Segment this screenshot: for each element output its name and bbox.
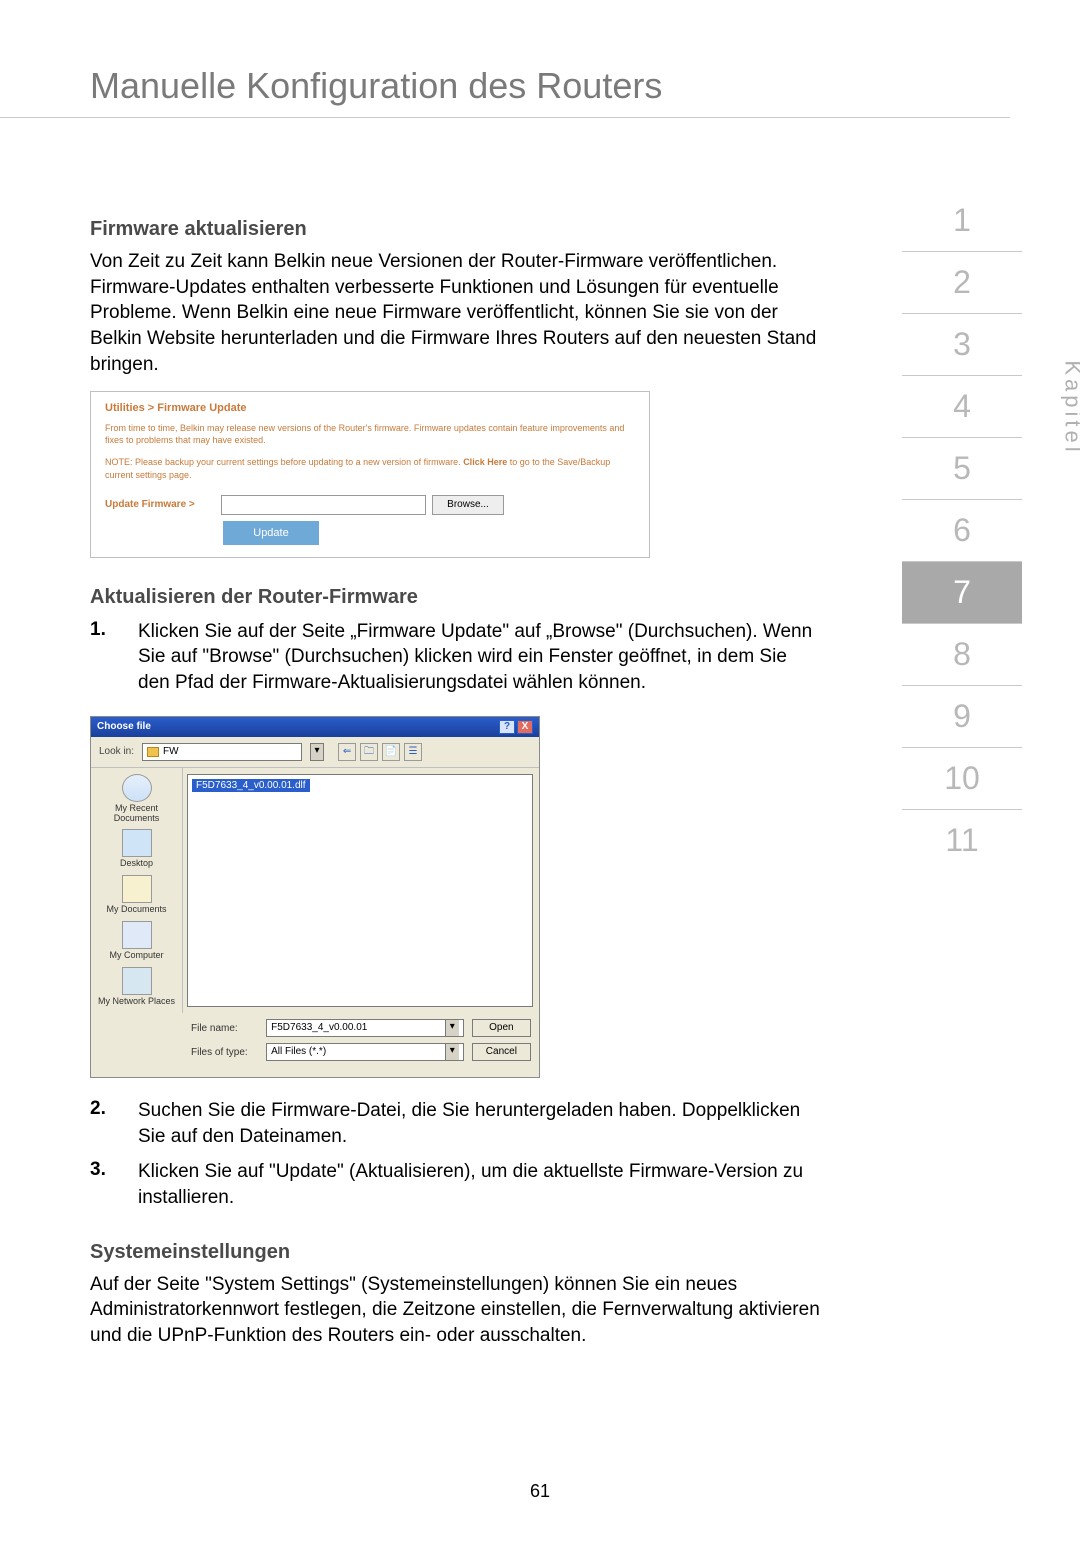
- lookin-label: Look in:: [99, 746, 134, 757]
- sidebar-item-computer[interactable]: My Computer: [95, 921, 178, 961]
- sidebar-item-docs[interactable]: My Documents: [95, 875, 178, 915]
- chapter-link-9[interactable]: 9: [902, 686, 1022, 748]
- step-text: Klicken Sie auf der Seite „Firmware Upda…: [138, 619, 820, 696]
- page-title: Manuelle Konfiguration des Routers: [0, 0, 1010, 118]
- chapter-link-4[interactable]: 4: [902, 376, 1022, 438]
- step-text: Suchen Sie die Firmware-Datei, die Sie h…: [138, 1098, 820, 1149]
- sidebar-item-desktop[interactable]: Desktop: [95, 829, 178, 869]
- filename-input[interactable]: F5D7633_4_v0.00.01▾: [266, 1019, 464, 1037]
- desktop-icon: [122, 829, 152, 857]
- update-button[interactable]: Update: [223, 521, 319, 545]
- nav-up-icon[interactable]: 🗀: [360, 743, 378, 761]
- chapter-link-1[interactable]: 1: [902, 190, 1022, 252]
- update-firmware-label: Update Firmware >: [105, 499, 215, 510]
- nav-newfolder-icon[interactable]: 📄: [382, 743, 400, 761]
- choose-file-dialog: Choose file ? X Look in: FW ▾ ⇐ 🗀 📄 ☰ My…: [90, 716, 540, 1078]
- chapter-link-2[interactable]: 2: [902, 252, 1022, 314]
- step-number: 1.: [90, 619, 138, 696]
- browse-button[interactable]: Browse...: [432, 495, 504, 515]
- step-text: Klicken Sie auf "Update" (Aktualisieren)…: [138, 1159, 820, 1210]
- folder-icon: [147, 747, 159, 757]
- chapter-link-5[interactable]: 5: [902, 438, 1022, 500]
- chapter-link-8[interactable]: 8: [902, 624, 1022, 686]
- step-number: 3.: [90, 1159, 138, 1210]
- filetype-dropdown[interactable]: All Files (*.*)▾: [266, 1043, 464, 1061]
- firmware-update-panel: Utilities > Firmware Update From time to…: [90, 391, 650, 558]
- sidebar-item-recent[interactable]: My Recent Documents: [95, 774, 178, 824]
- computer-icon: [122, 921, 152, 949]
- cancel-button[interactable]: Cancel: [472, 1043, 531, 1061]
- filetype-label: Files of type:: [191, 1047, 258, 1058]
- firmware-path-input[interactable]: [221, 495, 426, 515]
- chevron-down-icon[interactable]: ▾: [310, 743, 324, 761]
- network-icon: [122, 967, 152, 995]
- documents-icon: [122, 875, 152, 903]
- nav-back-icon[interactable]: ⇐: [338, 743, 356, 761]
- chevron-down-icon[interactable]: ▾: [445, 1020, 459, 1036]
- recent-icon: [122, 774, 152, 802]
- chapter-link-3[interactable]: 3: [902, 314, 1022, 376]
- chapter-nav: 1 2 3 4 5 6 7 8 9 10 11: [902, 190, 1022, 871]
- section-system-settings-heading: Systemeinstellungen: [90, 1241, 820, 1264]
- section-firmware-update-heading: Firmware aktualisieren: [90, 218, 820, 241]
- help-icon[interactable]: ?: [499, 720, 515, 734]
- chapter-link-7[interactable]: 7: [902, 562, 1022, 624]
- section-system-settings-text: Auf der Seite "System Settings" (Systeme…: [90, 1272, 820, 1349]
- chapter-link-11[interactable]: 11: [902, 810, 1022, 871]
- sidebar-item-network[interactable]: My Network Places: [95, 967, 178, 1007]
- dialog-titlebar: Choose file ? X: [91, 717, 539, 737]
- chapter-link-6[interactable]: 6: [902, 500, 1022, 562]
- open-button[interactable]: Open: [472, 1019, 531, 1037]
- panel-note-2: NOTE: Please backup your current setting…: [105, 456, 635, 480]
- file-list[interactable]: F5D7633_4_v0.00.01.dlf: [187, 774, 533, 1007]
- nav-views-icon[interactable]: ☰: [404, 743, 422, 761]
- section-firmware-update-text: Von Zeit zu Zeit kann Belkin neue Versio…: [90, 249, 820, 377]
- filename-label: File name:: [191, 1023, 258, 1034]
- chapter-link-10[interactable]: 10: [902, 748, 1022, 810]
- file-item-selected[interactable]: F5D7633_4_v0.00.01.dlf: [192, 779, 310, 792]
- click-here-link[interactable]: Click Here: [463, 457, 507, 467]
- section-updating-heading: Aktualisieren der Router-Firmware: [90, 586, 820, 609]
- close-icon[interactable]: X: [517, 720, 533, 734]
- chapter-label: Kapitel: [1059, 360, 1080, 455]
- step-number: 2.: [90, 1098, 138, 1149]
- lookin-dropdown[interactable]: FW: [142, 743, 302, 761]
- page-number: 61: [530, 1481, 550, 1502]
- panel-note-1: From time to time, Belkin may release ne…: [105, 422, 635, 446]
- breadcrumb: Utilities > Firmware Update: [105, 402, 635, 414]
- dialog-title: Choose file: [97, 721, 151, 732]
- chevron-down-icon[interactable]: ▾: [445, 1044, 459, 1060]
- places-sidebar: My Recent Documents Desktop My Documents…: [91, 768, 183, 1013]
